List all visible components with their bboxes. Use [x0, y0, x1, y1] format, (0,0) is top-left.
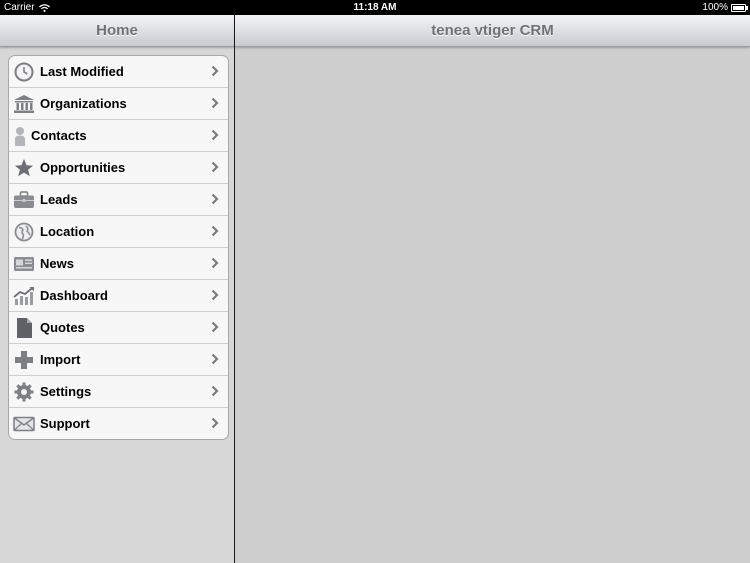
menu-item-news[interactable]: News [9, 248, 228, 280]
menu-item-contacts[interactable]: Contacts [9, 120, 228, 152]
battery-percent: 100% [702, 2, 728, 13]
menu-item-leads[interactable]: Leads [9, 184, 228, 216]
status-bar: Carrier 11:18 AM 100% [0, 0, 750, 15]
menu-item-label: Opportunities [40, 160, 126, 175]
detail-navbar: tenea vtiger CRM [235, 15, 750, 47]
star-icon [13, 157, 35, 179]
briefcase-icon [13, 189, 35, 211]
chevron-right-icon [211, 353, 219, 365]
gear-icon [13, 381, 35, 403]
globe-icon [13, 221, 35, 243]
menu-item-label: Support [40, 416, 90, 431]
menu-item-import[interactable]: Import [9, 344, 228, 376]
detail-pane: tenea vtiger CRM [235, 15, 750, 563]
menu-item-label: Organizations [40, 96, 127, 111]
menu-item-last-modified[interactable]: Last Modified [9, 56, 228, 88]
menu-item-organizations[interactable]: Organizations [9, 88, 228, 120]
newspaper-icon [13, 253, 35, 275]
person-icon [13, 125, 27, 147]
master-title: Home [96, 22, 138, 39]
chevron-right-icon [211, 321, 219, 333]
menu-item-quotes[interactable]: Quotes [9, 312, 228, 344]
building-icon [13, 93, 35, 115]
chevron-right-icon [211, 65, 219, 77]
detail-title: tenea vtiger CRM [431, 22, 554, 39]
clock: 11:18 AM [353, 2, 397, 13]
document-icon [13, 317, 35, 339]
home-menu: Last Modified Organizations Contacts Opp… [8, 55, 229, 440]
menu-item-label: Dashboard [40, 288, 108, 303]
master-navbar: Home [0, 15, 234, 47]
menu-item-label: Settings [40, 384, 92, 399]
menu-item-opportunities[interactable]: Opportunities [9, 152, 228, 184]
master-pane: Home Last Modified Organizations Contact… [0, 15, 234, 563]
battery-icon [731, 3, 748, 12]
chevron-right-icon [211, 385, 219, 397]
menu-item-dashboard[interactable]: Dashboard [9, 280, 228, 312]
envelope-icon [13, 413, 35, 435]
plus-icon [13, 349, 35, 371]
menu-item-label: Location [40, 224, 95, 239]
chevron-right-icon [211, 129, 219, 141]
chevron-right-icon [211, 193, 219, 205]
menu-item-label: News [40, 256, 74, 271]
chevron-right-icon [211, 417, 219, 429]
chevron-right-icon [211, 257, 219, 269]
chevron-right-icon [211, 97, 219, 109]
menu-item-label: Contacts [31, 128, 87, 143]
menu-item-label: Leads [40, 192, 78, 207]
chevron-right-icon [211, 161, 219, 173]
clock-icon [13, 61, 35, 83]
menu-item-label: Last Modified [40, 64, 124, 79]
menu-item-support[interactable]: Support [9, 408, 228, 439]
chevron-right-icon [211, 225, 219, 237]
menu-item-settings[interactable]: Settings [9, 376, 228, 408]
menu-item-location[interactable]: Location [9, 216, 228, 248]
battery-group: 100% [702, 0, 748, 15]
menu-item-label: Quotes [40, 320, 85, 335]
chevron-right-icon [211, 289, 219, 301]
menu-item-label: Import [40, 352, 81, 367]
chart-icon [13, 285, 35, 307]
